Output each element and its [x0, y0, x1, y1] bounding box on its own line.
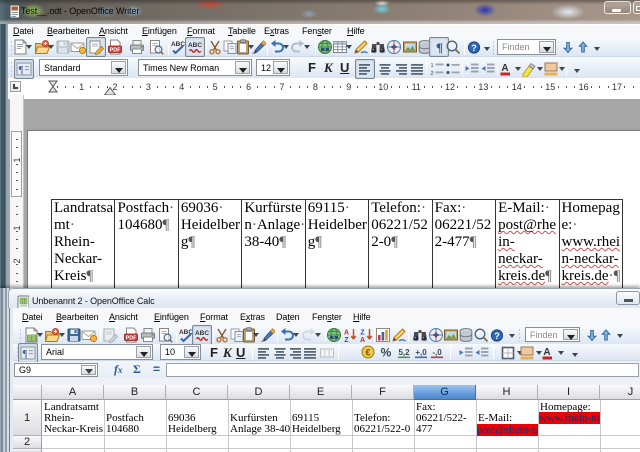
svg-text:¶: ¶ — [436, 40, 443, 55]
svg-text:%: % — [381, 346, 392, 360]
svg-text:A: A — [543, 347, 550, 358]
svg-text:A: A — [360, 337, 365, 343]
svg-text:ABC: ABC — [188, 42, 202, 49]
svg-text:-,0: -,0 — [432, 348, 442, 357]
svg-text:A: A — [344, 330, 349, 337]
svg-text:Z: Z — [344, 337, 349, 343]
svg-text:5,2: 5,2 — [398, 348, 410, 357]
svg-text:A: A — [501, 63, 508, 74]
svg-text:ABC: ABC — [195, 330, 209, 337]
svg-text:?: ? — [494, 331, 500, 341]
svg-text:2: 2 — [430, 71, 433, 77]
svg-text:?: ? — [471, 43, 477, 53]
svg-text:PDF: PDF — [110, 47, 121, 53]
svg-text:Z: Z — [360, 330, 365, 337]
svg-text:1: 1 — [430, 63, 433, 69]
svg-text:¶: ¶ — [23, 349, 28, 360]
svg-text:¶: ¶ — [19, 65, 24, 76]
svg-text:+,0: +,0 — [415, 348, 427, 357]
svg-text:€: € — [365, 348, 370, 358]
svg-text:PDF: PDF — [126, 335, 137, 341]
